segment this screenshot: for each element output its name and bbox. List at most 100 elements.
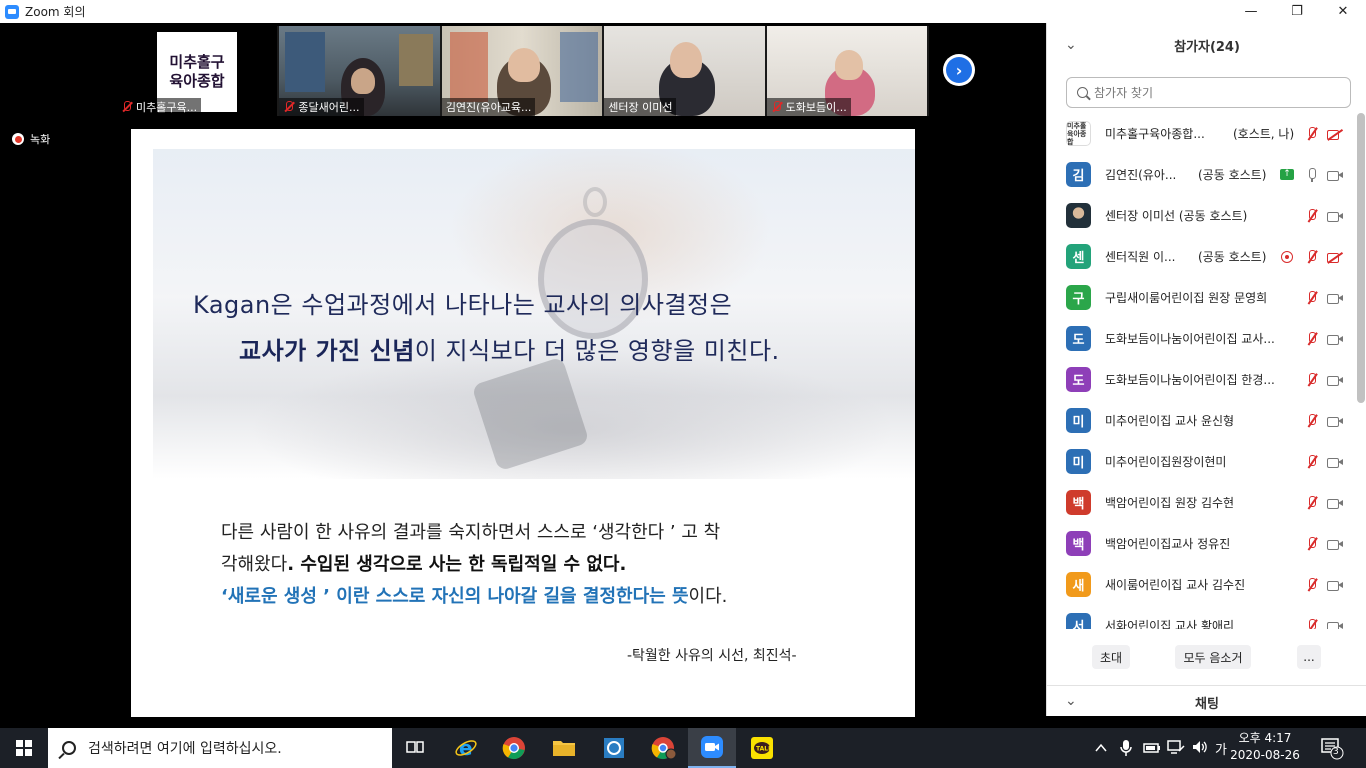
mic-muted-icon[interactable] [1304,413,1320,429]
participant-list-scrollbar[interactable] [1357,113,1365,403]
mic-muted-icon[interactable] [1304,536,1320,552]
mic-muted-icon [283,101,295,113]
participant-row[interactable]: 센터장 이미선 (공동 호스트) [1047,195,1357,236]
camera-icon[interactable] [1326,495,1344,511]
zoom-app-icon [5,4,19,19]
volume-icon[interactable] [1191,739,1209,759]
camera-icon[interactable] [1326,454,1344,470]
divider [1047,685,1366,686]
participant-search-input[interactable]: 참가자 찾기 [1066,77,1351,108]
avatar: 새 [1066,572,1091,597]
mic-muted-icon[interactable] [1304,208,1320,224]
screen-share-icon: ↑ [1280,169,1294,180]
chevron-down-icon[interactable]: ⌄ [1065,693,1077,709]
mic-muted-icon[interactable] [1304,618,1320,630]
more-options-button[interactable]: ... [1297,645,1321,669]
close-button[interactable]: ✕ [1320,0,1366,23]
mic-muted-icon [121,101,133,113]
internet-explorer-app[interactable]: e [442,728,490,768]
taskbar-search-input[interactable]: 검색하려면 여기에 입력하십시오. [48,728,392,768]
folder-icon [553,741,575,756]
internet-explorer-icon: e [455,736,477,760]
minimize-button[interactable]: — [1228,0,1274,23]
search-icon [62,741,76,755]
taskbar-clock[interactable]: 오후 4:17 2020-08-26 [1229,730,1301,764]
participant-row[interactable]: 센 센터직원 이... (공동 호스트) [1047,236,1357,277]
maximize-button[interactable]: ❐ [1274,0,1320,23]
mic-muted-icon[interactable] [1304,249,1320,265]
meeting-area: 미추홀구 육아종합 미추홀구육... 종달새어린... 김연진(유아교육... … [0,23,1046,717]
participant-row[interactable]: 서 서화어린이집 교사 황애리 [1047,605,1357,629]
photos-app[interactable] [590,728,638,768]
participant-row[interactable]: 미 미추어린이집 교사 윤신형 [1047,400,1357,441]
camera-icon[interactable] [1326,331,1344,347]
notification-icon [1321,738,1344,760]
invite-button[interactable]: 초대 [1092,645,1130,669]
participant-row[interactable]: 미추홀육아종합 미추홀구육아종합... (호스트, 나) [1047,113,1357,154]
video-thumbnail[interactable]: 미추홀구 육아종합 미추홀구육... [117,26,278,116]
network-icon[interactable] [1167,739,1185,759]
camera-icon[interactable] [1326,577,1344,593]
participant-label: 도화보듬이... [785,101,847,114]
start-button[interactable] [0,728,48,768]
recording-indicator[interactable]: 녹화 [12,131,50,147]
participant-label: 센터장 이미선 [608,101,673,114]
mic-icon[interactable] [1304,167,1320,183]
camera-icon[interactable] [1326,208,1344,224]
chat-header[interactable]: ⌄ 채팅 [1047,687,1366,717]
camera-icon[interactable] [1326,167,1344,183]
video-thumbnail[interactable]: 종달새어린... [279,26,440,116]
chevron-down-icon[interactable]: ⌄ [1065,37,1077,53]
participants-title: 참가자(24) [1174,39,1240,55]
shared-screen-slide: Kagan은 수업과정에서 나타나는 교사의 의사결정은 교사가 가진 신념이 … [131,129,915,717]
chrome-app[interactable] [490,728,538,768]
mic-muted-icon[interactable] [1304,126,1320,142]
mic-muted-icon[interactable] [1304,577,1320,593]
participant-row[interactable]: 도 도화보듬이나눔이어린이집 한경... [1047,359,1357,400]
mic-muted-icon[interactable] [1304,454,1320,470]
avatar: 미 [1066,408,1091,433]
participant-row[interactable]: 구 구립새이룸어린이집 원장 문영희 [1047,277,1357,318]
chevron-up-icon[interactable] [1094,740,1108,759]
file-explorer-app[interactable] [540,728,588,768]
video-thumbnail[interactable]: 도화보듬이... [766,26,928,116]
camera-off-icon[interactable] [1326,249,1344,265]
slide-heading-line2: 교사가 가진 신념이 지식보다 더 많은 영향을 미친다. [239,337,780,365]
camera-icon[interactable] [1326,536,1344,552]
mic-muted-icon [771,101,783,113]
camera-icon[interactable] [1326,618,1344,630]
input-method-indicator[interactable]: 가 [1215,739,1227,758]
mic-muted-icon[interactable] [1304,331,1320,347]
camera-icon[interactable] [1326,290,1344,306]
mute-all-button[interactable]: 모두 음소거 [1175,645,1251,669]
battery-icon[interactable] [1143,740,1161,759]
search-icon [1077,87,1088,98]
recording-label: 녹화 [30,133,51,146]
kakaotalk-icon: TALK [751,737,773,759]
recording-icon [1281,250,1293,263]
microphone-icon[interactable] [1119,739,1133,761]
participant-row[interactable]: 백 백암어린이집 원장 김수현 [1047,482,1357,523]
participant-row[interactable]: 도 도화보듬이나눔이어린이집 교사... [1047,318,1357,359]
video-thumbnail[interactable]: 김연진(유아교육... [441,26,603,116]
kakaotalk-app[interactable]: TALK [738,728,786,768]
participant-row[interactable]: 미 미추어린이집원장이현미 [1047,441,1357,482]
windows-logo-icon [16,740,32,756]
participant-list[interactable]: 미추홀육아종합 미추홀구육아종합... (호스트, 나) 김 김연진(유아...… [1047,113,1357,629]
mic-muted-icon[interactable] [1304,372,1320,388]
camera-off-icon[interactable] [1326,126,1344,142]
chrome-profile-app[interactable] [640,728,688,768]
chat-title: 채팅 [1195,696,1219,712]
mic-muted-icon[interactable] [1304,495,1320,511]
participant-row[interactable]: 새 새이룸어린이집 교사 김수진 [1047,564,1357,605]
mic-muted-icon[interactable] [1304,290,1320,306]
next-page-button[interactable]: › [943,54,975,86]
zoom-app[interactable] [688,728,736,768]
participant-row[interactable]: 김 김연진(유아... (공동 호스트) ↑ [1047,154,1357,195]
camera-icon[interactable] [1326,413,1344,429]
video-thumbnail[interactable]: 센터장 이미선 [604,26,765,116]
camera-icon[interactable] [1326,372,1344,388]
notification-center-button[interactable]: 3 [1320,736,1344,760]
task-view-button[interactable] [392,728,440,768]
participant-row[interactable]: 백 백암어린이집교사 정유진 [1047,523,1357,564]
